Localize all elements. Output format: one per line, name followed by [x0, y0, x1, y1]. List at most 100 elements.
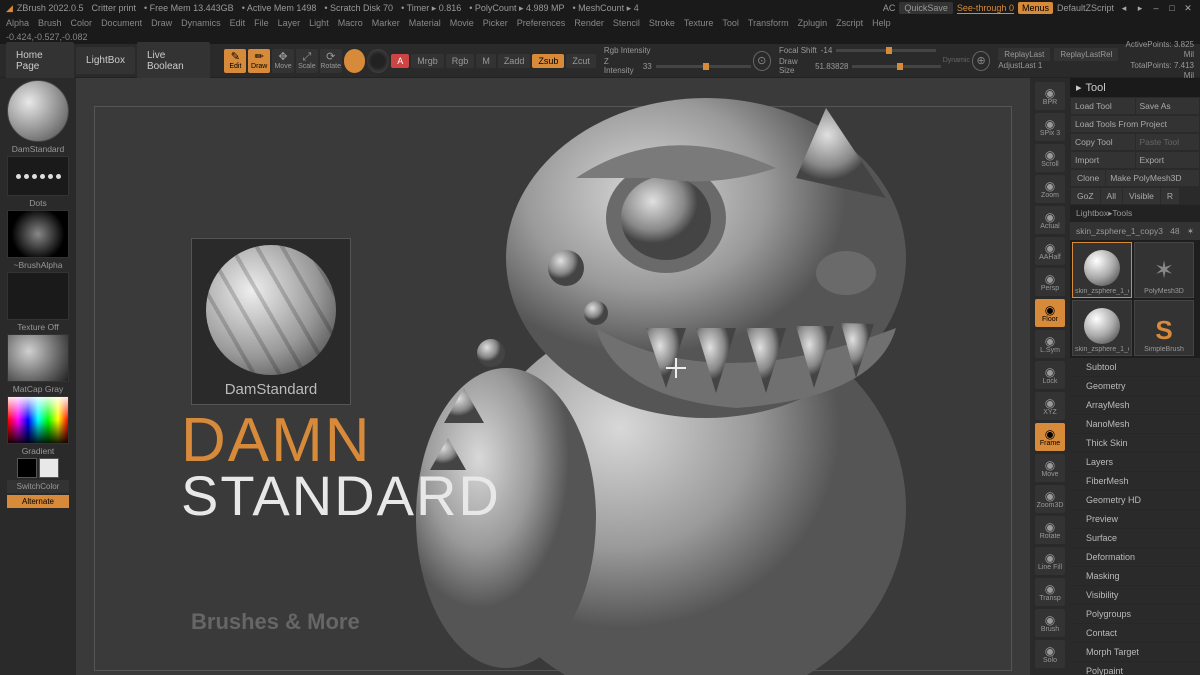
- menu-stencil[interactable]: Stencil: [613, 18, 640, 28]
- seethrough-slider[interactable]: See-through 0: [957, 3, 1014, 14]
- gizmo-toggle[interactable]: [367, 49, 389, 73]
- menu-transform[interactable]: Transform: [748, 18, 789, 28]
- rtray-zoom[interactable]: ◉Zoom: [1035, 175, 1065, 203]
- dynamic-label[interactable]: Dynamic: [943, 57, 970, 64]
- subpalette-deformation[interactable]: Deformation: [1070, 548, 1200, 567]
- next-icon[interactable]: ▸: [1134, 2, 1146, 14]
- minimize-icon[interactable]: –: [1150, 2, 1162, 14]
- close-icon[interactable]: ✕: [1182, 2, 1194, 14]
- subpalette-preview[interactable]: Preview: [1070, 510, 1200, 529]
- subpalette-polygroups[interactable]: Polygroups: [1070, 605, 1200, 624]
- menu-render[interactable]: Render: [574, 18, 604, 28]
- all-button[interactable]: All: [1101, 188, 1122, 204]
- clone-button[interactable]: Clone: [1071, 170, 1105, 186]
- rtray-spix3[interactable]: ◉SPix 3: [1035, 113, 1065, 141]
- r-button[interactable]: R: [1161, 188, 1179, 204]
- default-zscript[interactable]: DefaultZScript: [1057, 3, 1114, 13]
- tool-thumb[interactable]: SSimpleBrush: [1134, 300, 1194, 356]
- tool-thumb[interactable]: ✶PolyMesh3D: [1134, 242, 1194, 298]
- paste-tool-button[interactable]: Paste Tool: [1136, 134, 1200, 150]
- subpalette-surface[interactable]: Surface: [1070, 529, 1200, 548]
- menu-draw[interactable]: Draw: [151, 18, 172, 28]
- swatch-white[interactable]: [39, 458, 59, 478]
- export-button[interactable]: Export: [1136, 152, 1200, 168]
- scale-mode-button[interactable]: ⤢Scale: [296, 49, 318, 73]
- rtray-lsym[interactable]: ◉L.Sym: [1035, 330, 1065, 358]
- m-chip[interactable]: M: [476, 54, 496, 68]
- subpalette-geometry-hd[interactable]: Geometry HD: [1070, 491, 1200, 510]
- gyro-icon[interactable]: ⊙: [753, 51, 771, 71]
- gyro2-icon[interactable]: ⊕: [972, 51, 990, 71]
- subpalette-layers[interactable]: Layers: [1070, 453, 1200, 472]
- adjust-label[interactable]: AdjustLast 1: [998, 61, 1042, 70]
- rtray-transp[interactable]: ◉Transp: [1035, 578, 1065, 606]
- menu-zscript[interactable]: Zscript: [836, 18, 863, 28]
- menu-zplugin[interactable]: Zplugin: [798, 18, 828, 28]
- load-tool-button[interactable]: Load Tool: [1071, 98, 1135, 114]
- subpalette-arraymesh[interactable]: ArrayMesh: [1070, 396, 1200, 415]
- rtray-frame[interactable]: ◉Frame: [1035, 423, 1065, 451]
- rtray-zoom3d[interactable]: ◉Zoom3D: [1035, 485, 1065, 513]
- zcut-chip[interactable]: Zcut: [566, 54, 596, 68]
- menu-help[interactable]: Help: [872, 18, 891, 28]
- rtray-actual[interactable]: ◉Actual: [1035, 206, 1065, 234]
- menus-button[interactable]: Menus: [1018, 2, 1053, 14]
- maximize-icon[interactable]: □: [1166, 2, 1178, 14]
- rtray-brush[interactable]: ◉Brush: [1035, 609, 1065, 637]
- sculpt-mesh[interactable]: [356, 78, 956, 675]
- menu-texture[interactable]: Texture: [684, 18, 714, 28]
- drawsize-slider[interactable]: [852, 65, 940, 68]
- saveas-button[interactable]: Save As: [1136, 98, 1200, 114]
- zadd-chip[interactable]: Zadd: [498, 54, 531, 68]
- menu-light[interactable]: Light: [309, 18, 329, 28]
- subpalette-fibermesh[interactable]: FiberMesh: [1070, 472, 1200, 491]
- rtray-xyz[interactable]: ◉XYZ: [1035, 392, 1065, 420]
- zint-slider[interactable]: [656, 65, 751, 68]
- menu-stroke[interactable]: Stroke: [649, 18, 675, 28]
- rtray-bpr[interactable]: ◉BPR: [1035, 82, 1065, 110]
- menu-marker[interactable]: Marker: [372, 18, 400, 28]
- menu-macro[interactable]: Macro: [338, 18, 363, 28]
- alternate-button[interactable]: Alternate: [7, 495, 69, 508]
- focal-slider[interactable]: [836, 49, 936, 52]
- subpalette-contact[interactable]: Contact: [1070, 624, 1200, 643]
- viewport[interactable]: DamStandard DAMN STANDARD Brushes & More: [76, 78, 1030, 675]
- mrgb-chip[interactable]: Mrgb: [411, 54, 444, 68]
- switchcolor-button[interactable]: SwitchColor: [7, 480, 69, 493]
- rgb-chip[interactable]: Rgb: [446, 54, 475, 68]
- menu-tool[interactable]: Tool: [722, 18, 739, 28]
- edit-mode-button[interactable]: ✎Edit: [224, 49, 246, 73]
- subpalette-masking[interactable]: Masking: [1070, 567, 1200, 586]
- subpalette-thick-skin[interactable]: Thick Skin: [1070, 434, 1200, 453]
- swatch-black[interactable]: [17, 458, 37, 478]
- lightbox-tools-link[interactable]: Lightbox▸Tools: [1070, 205, 1200, 223]
- subpalette-polypaint[interactable]: Polypaint: [1070, 662, 1200, 675]
- menu-document[interactable]: Document: [101, 18, 142, 28]
- rtray-solo[interactable]: ◉Solo: [1035, 640, 1065, 668]
- copy-tool-button[interactable]: Copy Tool: [1071, 134, 1135, 150]
- replay-button[interactable]: ReplayLast: [998, 48, 1050, 61]
- menu-layer[interactable]: Layer: [278, 18, 301, 28]
- subpalette-geometry[interactable]: Geometry: [1070, 377, 1200, 396]
- rtray-linefill[interactable]: ◉Line Fill: [1035, 547, 1065, 575]
- matcap-thumbnail[interactable]: [7, 334, 69, 382]
- a-chip[interactable]: A: [391, 54, 409, 68]
- move-mode-button[interactable]: ✥Move: [272, 49, 294, 73]
- visible-button[interactable]: Visible: [1123, 188, 1160, 204]
- current-tool-row[interactable]: skin_zsphere_1_copy348✶: [1070, 223, 1200, 240]
- prev-icon[interactable]: ◂: [1118, 2, 1130, 14]
- gradient-label[interactable]: Gradient: [22, 446, 55, 456]
- subpalette-visibility[interactable]: Visibility: [1070, 586, 1200, 605]
- rtray-rotate[interactable]: ◉Rotate: [1035, 516, 1065, 544]
- lightbox-button[interactable]: LightBox: [76, 47, 135, 74]
- color-picker[interactable]: [7, 396, 69, 444]
- quicksave-button[interactable]: QuickSave: [899, 2, 953, 14]
- rtray-scroll[interactable]: ◉Scroll: [1035, 144, 1065, 172]
- rtray-lock[interactable]: ◉Lock: [1035, 361, 1065, 389]
- menu-preferences[interactable]: Preferences: [517, 18, 566, 28]
- rtray-floor[interactable]: ◉Floor: [1035, 299, 1065, 327]
- menu-movie[interactable]: Movie: [450, 18, 474, 28]
- stroke-thumbnail[interactable]: [7, 156, 69, 196]
- subpalette-nanomesh[interactable]: NanoMesh: [1070, 415, 1200, 434]
- load-from-project-button[interactable]: Load Tools From Project: [1071, 116, 1199, 132]
